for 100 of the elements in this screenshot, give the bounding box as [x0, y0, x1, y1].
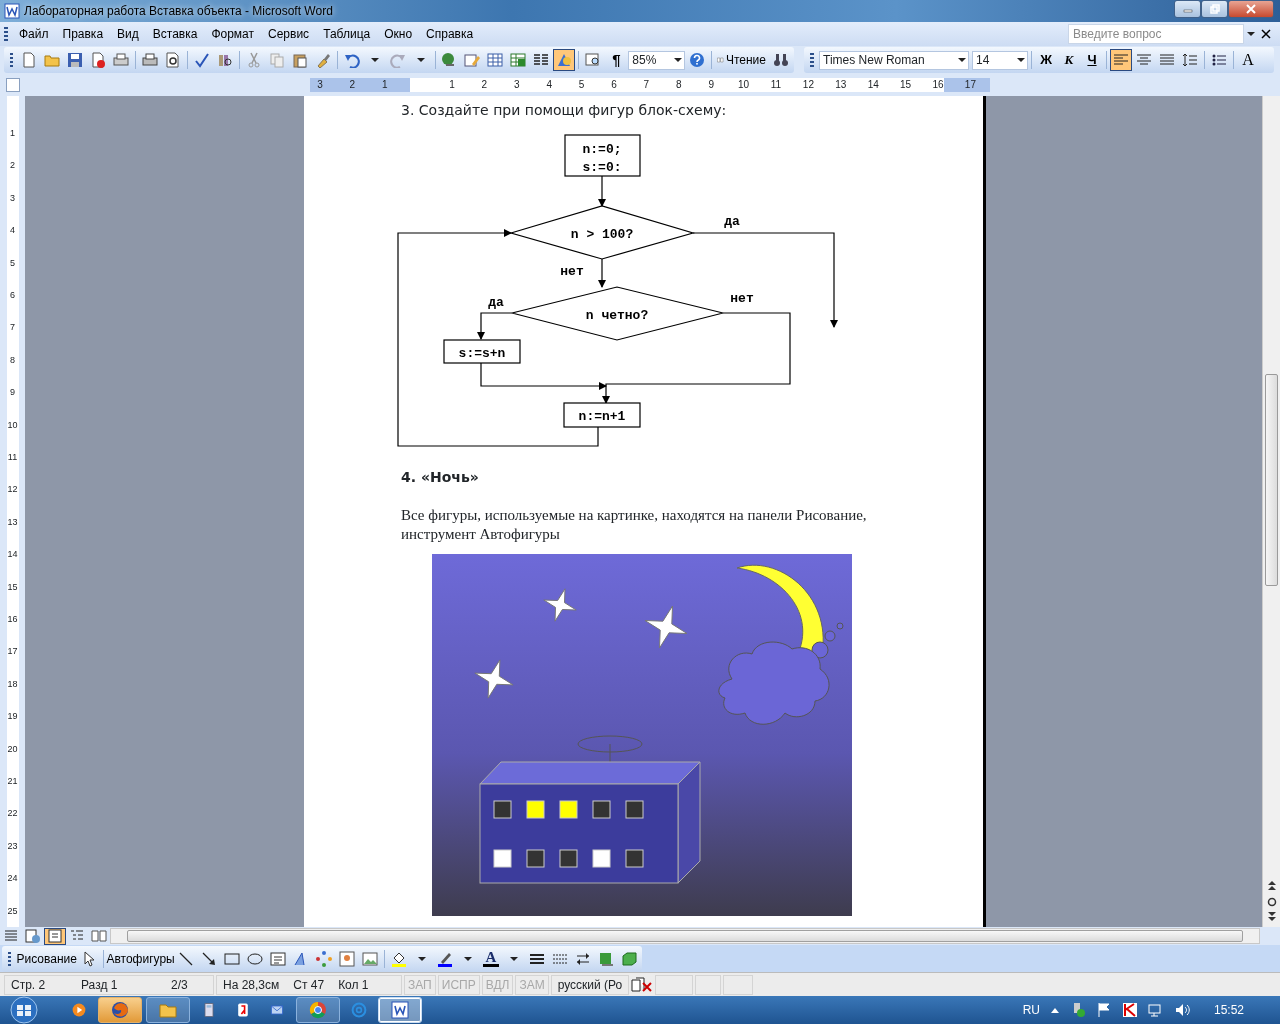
speaker-icon [1173, 1002, 1190, 1018]
ruler-number: 8 [9, 354, 16, 365]
printer-icon [142, 52, 159, 68]
font-size-field[interactable]: 14 [972, 50, 1028, 70]
globe-page-icon [25, 928, 41, 944]
line-spacing-icon [1182, 52, 1198, 68]
shapes-icon [556, 52, 573, 68]
vertical-scrollbar[interactable] [1262, 96, 1280, 927]
block-label: n > 100? [570, 227, 634, 242]
menu-item[interactable]: Вставка [145, 25, 205, 43]
browse-object-icon [1267, 897, 1277, 907]
window-title: Лабораторная работа Вставка объекта - Microsoft Word [24, 3, 333, 20]
menu-item[interactable]: Формат [204, 25, 262, 43]
show-marks-button[interactable]: ¶ [605, 49, 628, 71]
lines-icon [3, 928, 19, 944]
tab-stop-selector[interactable] [6, 78, 20, 92]
taskbar-button[interactable] [98, 997, 142, 1023]
font-color-button[interactable]: A [480, 947, 502, 970]
status-panel [723, 974, 754, 995]
page-icon [47, 928, 63, 944]
ruler-number: 15 [6, 581, 19, 592]
chevron-down-icon [673, 58, 682, 62]
ruler-number: 17 [963, 78, 977, 92]
ellipse-icon [247, 950, 264, 967]
redo-arrow-icon [389, 52, 406, 68]
horizontal-scrollbar[interactable] [110, 928, 1260, 944]
menu-item[interactable]: Таблица [316, 25, 378, 43]
font-name-field[interactable]: Times New Roman [819, 50, 969, 70]
restore-button[interactable] [1201, 0, 1228, 18]
menu-item[interactable]: Окно [377, 25, 420, 43]
branch-label: нет [730, 291, 754, 306]
ruler-number: 4 [545, 78, 553, 92]
word-document-icon [4, 3, 20, 19]
ruler-number: 1 [9, 128, 16, 138]
align-left-button[interactable] [1110, 49, 1132, 71]
autoshapes-menu-button[interactable]: Автофигуры [106, 947, 175, 970]
input-language[interactable]: RU [1022, 1001, 1040, 1019]
new-document-icon [21, 52, 38, 68]
ruler-number: 2 [348, 78, 357, 92]
page-up-icon [1266, 879, 1278, 891]
rectangle-icon [224, 950, 241, 967]
menu-item[interactable]: Вид [110, 25, 146, 43]
menu-item[interactable]: Справка [419, 25, 481, 43]
ruler-number: 10 [6, 419, 19, 430]
menu-item[interactable]: Правка [55, 25, 111, 43]
scrollbar-thumb[interactable] [127, 930, 1243, 942]
at-sign-icon [351, 1000, 367, 1020]
ruler-number: 17 [6, 646, 19, 657]
ruler-number: 3 [513, 78, 521, 92]
connector-arrow [598, 175, 606, 207]
clock[interactable]: 15:52 [1213, 1001, 1244, 1019]
menu-item[interactable]: Сервис [261, 25, 317, 43]
scrollbar-thumb[interactable] [1265, 374, 1278, 586]
chevron-down-icon [370, 58, 379, 62]
block-label: s:=0: [582, 160, 622, 175]
shadowed-square-icon [598, 950, 614, 967]
star-shape [543, 588, 577, 622]
spreadsheet-icon [510, 52, 527, 68]
star-shape [474, 659, 514, 699]
drawing-menu-button[interactable]: Рисование [16, 947, 78, 970]
chevron-down-icon [510, 956, 518, 961]
close-button[interactable] [1228, 0, 1274, 18]
branch-label: да [488, 295, 504, 310]
minimize-button[interactable] [1174, 0, 1201, 18]
paint-bucket-icon [391, 950, 407, 967]
language-indicator: русский (Ро [550, 974, 630, 995]
grow-font-button[interactable]: A [1237, 49, 1259, 71]
clipart-icon [339, 950, 356, 967]
close-icon [1261, 29, 1271, 39]
ruler-number: 9 [707, 78, 715, 92]
spelling-error-book-icon [631, 976, 654, 993]
colored-circle-icon [308, 1000, 328, 1020]
ruler-number: 23 [6, 840, 19, 851]
ruler-number: 13 [834, 78, 848, 92]
underline-button[interactable]: Ч [1081, 49, 1103, 71]
bulleted-list-icon [1211, 52, 1227, 68]
task-heading: 3. Создайте при помощи фигур блок-схему: [401, 101, 728, 120]
ruler-number: 12 [6, 484, 19, 495]
shapes-button[interactable] [553, 49, 576, 71]
ruler-number: 7 [9, 322, 16, 333]
page-count: 2/3 [171, 976, 188, 994]
network-icon [1147, 1002, 1164, 1018]
task-heading: 4. «Ночь» [401, 468, 480, 487]
block-label: n:=0; [582, 142, 622, 157]
text-box-icon [270, 950, 287, 967]
bold-button[interactable]: Ж [1035, 49, 1057, 71]
document-stop-icon [90, 52, 107, 68]
help-search-field[interactable]: Введите вопрос [1068, 24, 1244, 44]
spellcheck-icon [194, 52, 210, 68]
magnifier-page-icon [165, 52, 182, 68]
zoom-field[interactable]: 85% [628, 50, 685, 70]
help-icon [688, 52, 705, 68]
calculator-icon [201, 1000, 217, 1020]
menu-item[interactable]: Файл [12, 25, 56, 43]
block-label: s:=s+n [458, 346, 506, 361]
italic-button[interactable]: К [1058, 49, 1080, 71]
reading-mode-button[interactable]: Чтение [714, 49, 769, 71]
taskbar-button[interactable] [378, 997, 422, 1023]
cube-icon [621, 950, 637, 967]
view-mode-button[interactable] [44, 927, 66, 945]
